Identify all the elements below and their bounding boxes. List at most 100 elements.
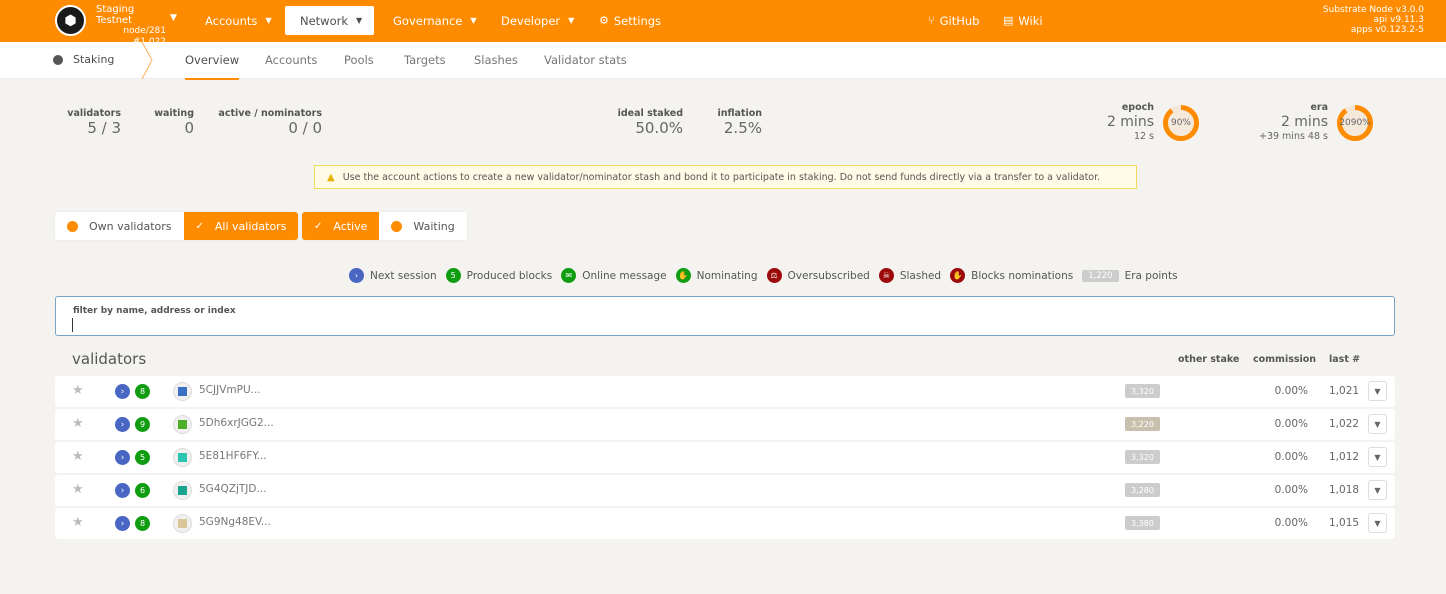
- next-session-badge: ›: [115, 483, 130, 498]
- menu-developer[interactable]: Developer ▼: [486, 6, 589, 35]
- settings-gear-icon: ⚙: [599, 14, 609, 27]
- ideal-staked-value: 50.0%: [635, 119, 683, 137]
- tab-overview[interactable]: Overview: [185, 53, 240, 80]
- expand-row-button[interactable]: ▼: [1368, 414, 1387, 434]
- legend-produced-blocks: 5 Produced blocks: [445, 268, 553, 283]
- filter-input[interactable]: [72, 318, 1372, 332]
- validators-table-header: validators other stake commission last #: [55, 343, 1395, 374]
- validator-row[interactable]: ★ › 8 5G9Ng48EV... 3,380 0.00% 1,015 ▼: [55, 508, 1395, 539]
- produced-blocks-icon: 5: [445, 268, 461, 283]
- legend-blocks-nominations: ✋ Blocks nominations: [950, 268, 1073, 283]
- expand-row-button[interactable]: ▼: [1368, 447, 1387, 467]
- caret-down-icon: ▼: [356, 16, 363, 25]
- validator-address[interactable]: 5CJJVmPU...: [199, 384, 261, 396]
- node-version: Substrate Node v3.0.0: [1322, 5, 1424, 15]
- last-block-value: 1,015: [1329, 517, 1360, 529]
- favorite-star-icon[interactable]: ★: [72, 383, 84, 398]
- validator-row[interactable]: ★ › 6 5G4QZjTJD... 3,280 0.00% 1,018 ▼: [55, 475, 1395, 506]
- validator-address[interactable]: 5Dh6xrJGG2...: [199, 417, 274, 429]
- produced-blocks-badge: 6: [135, 483, 150, 498]
- identicon-icon[interactable]: [173, 415, 192, 434]
- chevron-down-icon[interactable]: ▼: [170, 13, 177, 23]
- menu-governance[interactable]: Governance ▼: [378, 6, 492, 35]
- legend-era-points: 1,220 Era points: [1082, 269, 1178, 282]
- favorite-star-icon[interactable]: ★: [72, 416, 84, 431]
- identicon-icon[interactable]: [173, 514, 192, 533]
- legend-label: Next session: [370, 269, 437, 282]
- validator-row[interactable]: ★ › 8 5CJJVmPU... 3,320 0.00% 1,021 ▼: [55, 376, 1395, 407]
- tab-targets[interactable]: Targets: [404, 53, 446, 67]
- status-toggle: ✓ Active Waiting: [302, 212, 467, 240]
- identicon-icon[interactable]: [173, 382, 192, 401]
- validator-row[interactable]: ★ › 5 5E81HF6FY... 3,320 0.00% 1,012 ▼: [55, 442, 1395, 473]
- expand-row-button[interactable]: ▼: [1368, 480, 1387, 500]
- toggle-active[interactable]: ✓ Active: [302, 212, 380, 240]
- inflation-label: inflation: [717, 108, 762, 119]
- hand-icon: ✋: [675, 268, 691, 283]
- github-branch-icon: ⑂: [928, 14, 935, 27]
- legend-label: Produced blocks: [466, 269, 553, 282]
- identicon-icon[interactable]: [173, 481, 192, 500]
- favorite-star-icon[interactable]: ★: [72, 449, 84, 464]
- radio-dot-icon: [67, 220, 78, 232]
- top-bar: ⬢ Staging Testnet node/281 #1,022 ▼ Acco…: [0, 0, 1446, 47]
- commission-value: 0.00%: [1274, 451, 1308, 463]
- favorite-star-icon[interactable]: ★: [72, 515, 84, 530]
- toggle-own-validators[interactable]: Own validators: [55, 212, 184, 240]
- chain-logo-icon[interactable]: ⬢: [55, 5, 86, 36]
- tab-validator-stats[interactable]: Validator stats: [544, 53, 627, 67]
- validator-address[interactable]: 5G9Ng48EV...: [199, 516, 271, 528]
- era-value: 2 mins: [1280, 114, 1328, 130]
- validator-address[interactable]: 5E81HF6FY...: [199, 450, 267, 462]
- staking-warning-notice: ▲ Use the account actions to create a ne…: [314, 165, 1137, 189]
- section-staking: Staking: [53, 53, 114, 66]
- next-session-badge: ›: [115, 516, 130, 531]
- tab-accounts[interactable]: Accounts: [265, 53, 317, 67]
- menu-label: Network: [300, 13, 349, 28]
- waiting-label: waiting: [154, 108, 194, 119]
- favorite-star-icon[interactable]: ★: [72, 482, 84, 497]
- validators-value: 5 / 3: [87, 119, 121, 137]
- commission-value: 0.00%: [1274, 418, 1308, 430]
- commission-value: 0.00%: [1274, 484, 1308, 496]
- identicon-pattern: [178, 519, 187, 528]
- version-info: Substrate Node v3.0.0 api v9.11.3 apps v…: [1323, 5, 1424, 35]
- epoch-progress-ring: 90%: [1162, 104, 1200, 142]
- caret-down-icon: ▼: [568, 16, 575, 25]
- link-wiki[interactable]: ▤ Wiki: [988, 6, 1058, 35]
- era-points-badge: 3,320: [1125, 450, 1160, 464]
- check-icon: ✓: [314, 220, 323, 232]
- toggle-waiting[interactable]: Waiting: [379, 212, 467, 240]
- toggle-all-validators[interactable]: ✓ All validators: [183, 212, 299, 240]
- expand-row-button[interactable]: ▼: [1368, 381, 1387, 401]
- validator-row[interactable]: ★ › 9 5Dh6xrJGG2... 3,220 0.00% 1,022 ▼: [55, 409, 1395, 440]
- menu-network[interactable]: Network ▼: [285, 6, 374, 35]
- tab-slashes[interactable]: Slashes: [474, 53, 518, 67]
- check-icon: ✓: [195, 220, 204, 232]
- link-label: Wiki: [1018, 13, 1043, 28]
- identicon-icon[interactable]: [173, 448, 192, 467]
- tab-pools[interactable]: Pools: [344, 53, 374, 67]
- menu-label: Developer: [501, 13, 561, 28]
- toggle-label: All validators: [214, 219, 287, 233]
- legend-nominating: ✋ Nominating: [675, 268, 758, 283]
- toggle-label: Waiting: [413, 219, 455, 233]
- waiting-value: 0: [184, 119, 194, 137]
- column-other-stake: other stake: [1178, 354, 1240, 365]
- legend-label: Online message: [582, 269, 667, 282]
- next-session-icon: ›: [349, 268, 364, 283]
- notice-text: Use the account actions to create a new …: [342, 171, 1101, 183]
- menu-accounts[interactable]: Accounts ▼: [190, 6, 287, 35]
- link-github[interactable]: ⑂ GitHub: [913, 6, 994, 35]
- legend-next-session: › Next session: [349, 268, 437, 283]
- expand-row-button[interactable]: ▼: [1368, 513, 1387, 533]
- menu-settings[interactable]: ⚙ Settings: [584, 6, 676, 35]
- staking-icon: [53, 54, 63, 65]
- validators-label: validators: [67, 108, 121, 119]
- era-label: era: [1310, 102, 1328, 113]
- era-points-badge: 3,320: [1125, 384, 1160, 398]
- commission-value: 0.00%: [1274, 385, 1308, 397]
- skull-icon: ☠: [878, 268, 894, 283]
- validator-address[interactable]: 5G4QZjTJD...: [199, 483, 266, 495]
- legend-label: Blocks nominations: [971, 269, 1074, 282]
